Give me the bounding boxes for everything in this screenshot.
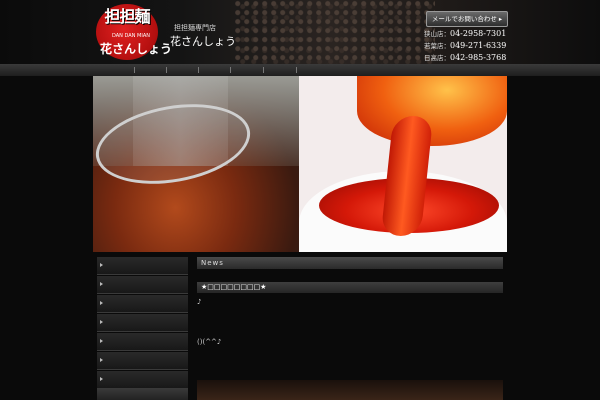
nav-separator [263,67,264,73]
news-section-header: News [197,257,503,269]
header-texture [235,0,435,64]
logo-text: 担担麺 [104,7,150,26]
phone-wakaba: 若葉店：049-271-6339 [424,40,506,52]
nav-separator [134,67,135,73]
news-title[interactable]: ★□□□□□□□□★ [197,282,503,293]
hero-photo-soup [93,76,299,252]
phone-sayama: 狭山店：04-2958-7301 [424,28,506,40]
nav-separator [166,67,167,73]
sidebar-menu-item[interactable] [97,352,188,370]
phone-label: 若葉店： [424,42,450,50]
phone-number: 042-985-3768 [450,53,507,62]
hero-image [93,76,507,252]
sidebar-menu-item[interactable] [97,333,188,351]
sidebar-menu-item[interactable] [97,314,188,332]
shop-category: 担担麺専門店 [174,24,216,32]
hero-photo-chili-oil [299,76,507,252]
sidebar-footer-bar [97,388,188,400]
logo-text-2: 花さんしょう [100,42,173,56]
sidebar-menu-item[interactable] [97,371,188,389]
logo-sub-text: DAN DAN MIAN [112,33,150,39]
sidebar-menu-item[interactable] [97,276,188,294]
sidebar-menu-item[interactable] [97,295,188,313]
phone-number: 04-2958-7301 [450,29,507,38]
nav-separator [296,67,297,73]
nav-separator [230,67,231,73]
phone-label: 日高店： [424,54,450,62]
phone-hidaka: 日高店：042-985-3768 [424,52,506,64]
shop-name: 花さんしょう [170,35,236,48]
news-text: ♪ [197,298,202,306]
nav-separator [198,67,199,73]
news-text: ()(^^♪ [197,338,222,346]
oil-spoon [357,76,507,146]
sidebar-menu [97,257,188,390]
phone-number: 049-271-6339 [450,41,507,50]
nav-bar[interactable] [0,64,600,76]
news-image [197,380,503,400]
sidebar-menu-item[interactable] [97,257,188,275]
phone-label: 狭山店： [424,30,450,38]
mail-contact-button[interactable]: メールでお問い合わせ ▸ [426,11,508,27]
phone-list: 狭山店：04-2958-7301 若葉店：049-271-6339 日高店：04… [424,28,506,64]
